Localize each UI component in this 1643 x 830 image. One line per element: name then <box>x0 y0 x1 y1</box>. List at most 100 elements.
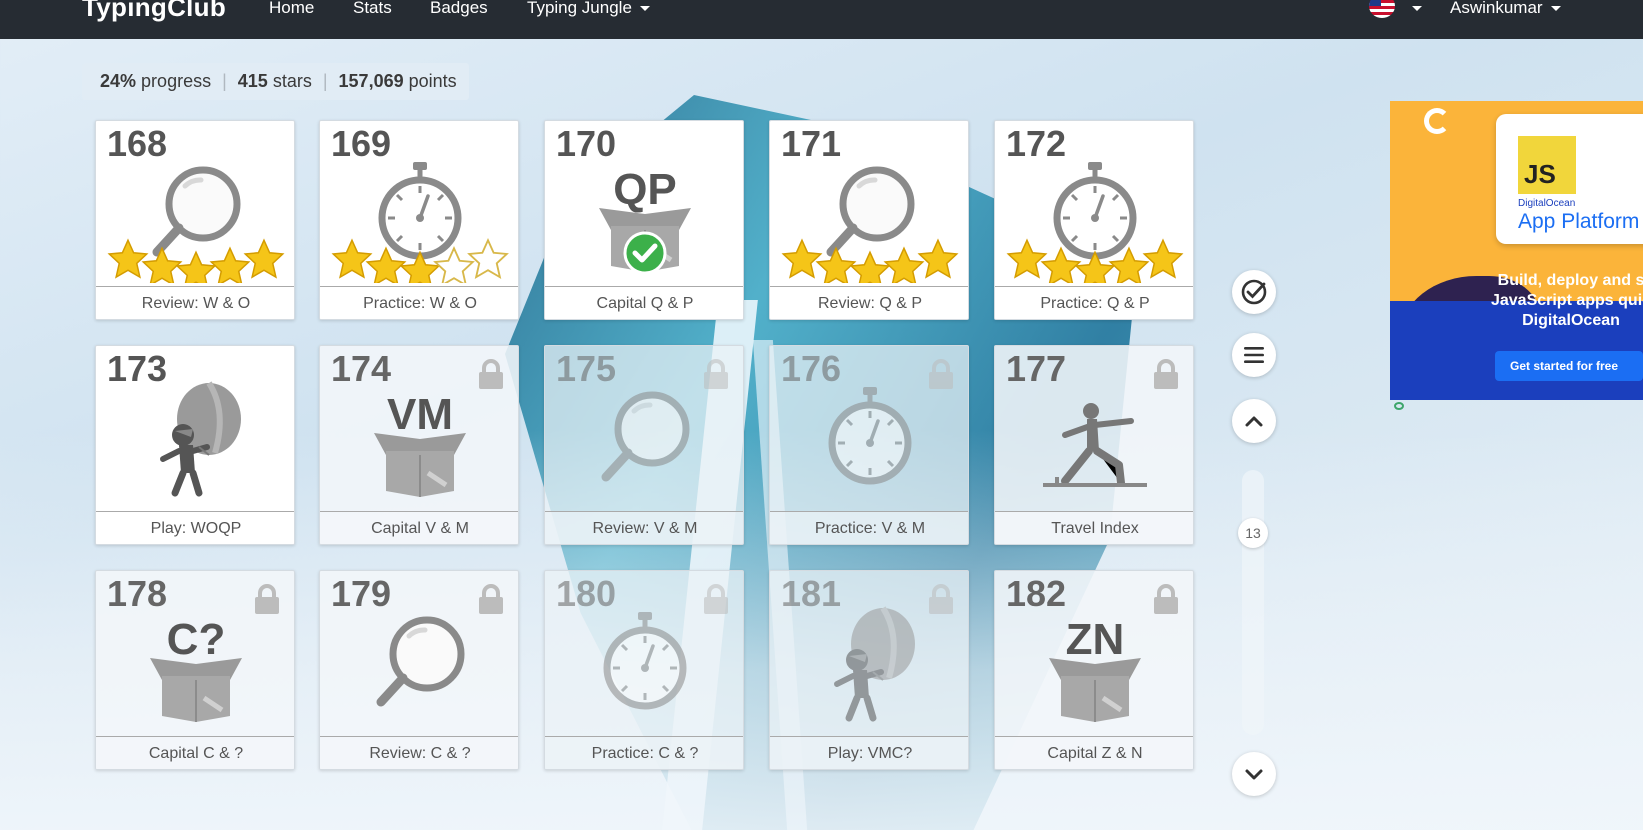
lesson-card-179[interactable]: 179 Review: C & ? <box>319 570 519 770</box>
star-icon <box>399 250 441 291</box>
points-value: 157,069 <box>338 71 404 91</box>
star-icon <box>365 246 407 287</box>
lesson-card-180[interactable]: 180 Practice: C & ? <box>544 570 744 770</box>
lesson-label: Practice: Q & P <box>995 286 1193 319</box>
ad-js-badge: JS <box>1518 136 1576 194</box>
lesson-label: Review: C & ? <box>320 736 518 769</box>
scroll-track[interactable] <box>1242 470 1264 735</box>
lesson-label: Travel Index <box>995 511 1193 544</box>
star-icon <box>331 238 373 279</box>
lock-icon <box>701 358 731 395</box>
lock-icon <box>476 358 506 395</box>
star-icon <box>849 250 891 291</box>
us-flag-icon[interactable] <box>1369 0 1395 18</box>
balloon-icon <box>96 376 294 506</box>
lesson-card-177[interactable]: 177 Travel Index <box>994 345 1194 545</box>
menu-button[interactable] <box>1232 333 1276 377</box>
magnifier-icon <box>545 376 743 506</box>
star-icon <box>1074 250 1116 291</box>
lesson-card-170[interactable]: 170 QP Capital Q & P <box>544 120 744 320</box>
lesson-card-172[interactable]: 172 Practice: Q & P <box>994 120 1194 320</box>
star-icon <box>175 250 217 291</box>
star-icon <box>209 246 251 287</box>
star-rating <box>106 221 286 291</box>
ad-copy-line: DigitalOcean <box>1522 312 1620 329</box>
lesson-label: Capital C & ? <box>96 736 294 769</box>
nav-stats[interactable]: Stats <box>353 0 392 18</box>
user-menu[interactable]: Aswinkumar <box>1450 0 1561 18</box>
star-icon <box>433 245 475 288</box>
scroll-down-button[interactable] <box>1232 752 1276 796</box>
star-rating <box>1005 221 1185 291</box>
lesson-card-182[interactable]: 182 ZN Capital Z & N <box>994 570 1194 770</box>
scroll-up-button[interactable] <box>1232 399 1276 443</box>
lesson-label: Practice: C & ? <box>545 736 743 769</box>
separator: | <box>322 71 328 91</box>
star-icon <box>1006 238 1048 279</box>
balloon-icon <box>770 601 968 731</box>
lesson-label: Capital Q & P <box>545 286 743 319</box>
lesson-label: Practice: W & O <box>320 286 518 319</box>
lunge-figure-icon <box>995 376 1193 506</box>
check-circle-icon <box>1241 279 1267 305</box>
advertisement[interactable]: JS DigitalOcean App Platform Build, depl… <box>1390 101 1643 400</box>
lesson-label: Review: W & O <box>96 286 294 319</box>
chevron-up-icon <box>1245 416 1263 427</box>
lesson-label: Review: Q & P <box>770 286 968 319</box>
ad-choices-icon[interactable] <box>1394 402 1404 410</box>
lesson-label: Play: WOQP <box>96 511 294 544</box>
star-icon <box>107 238 149 279</box>
star-icon <box>781 238 823 279</box>
ad-copy: Build, deploy and s JavaScript apps quic… <box>1486 271 1643 331</box>
lock-icon <box>1151 583 1181 620</box>
chevron-down-icon[interactable] <box>1412 6 1422 11</box>
star-icon <box>141 246 183 287</box>
lesson-card-171[interactable]: 171 Review: Q & P <box>769 120 969 320</box>
star-rating <box>330 221 510 291</box>
lesson-card-176[interactable]: 176 Practice: V & M <box>769 345 969 545</box>
lesson-label: Play: VMC? <box>770 736 968 769</box>
stopwatch-icon <box>545 601 743 731</box>
separator: | <box>222 71 227 91</box>
lesson-label: Review: V & M <box>545 511 743 544</box>
user-name: Aswinkumar <box>1450 0 1543 17</box>
lock-icon <box>1151 358 1181 395</box>
star-rating <box>780 221 960 291</box>
star-icon <box>243 238 285 279</box>
star-icon <box>1040 246 1082 287</box>
lesson-card-181[interactable]: 181 Play: VMC? <box>769 570 969 770</box>
brand-logo[interactable]: TypingClub <box>82 0 226 23</box>
svg-text:QP: QP <box>613 165 677 214</box>
chevron-down-icon <box>1550 6 1561 12</box>
lesson-card-175[interactable]: 175 Review: V & M <box>544 345 744 545</box>
lock-icon <box>252 583 282 620</box>
top-navbar: TypingClub Home Stats Badges Typing Jung… <box>0 0 1643 39</box>
magnifier-icon <box>320 601 518 731</box>
lesson-card-173[interactable]: 173 Play: WOQP <box>95 345 295 545</box>
lesson-card-174[interactable]: 174 VM Capital V & M <box>319 345 519 545</box>
lesson-label: Capital Z & N <box>995 736 1193 769</box>
completed-filter-button[interactable] <box>1232 270 1276 314</box>
digitalocean-logo-icon <box>1424 108 1450 134</box>
lesson-card-178[interactable]: 178 C? Capital C & ? <box>95 570 295 770</box>
points-label: points <box>408 71 457 91</box>
svg-text:ZN: ZN <box>1066 615 1125 664</box>
scroll-thumb[interactable]: 13 <box>1238 518 1268 548</box>
completed-check-icon <box>623 231 667 275</box>
lesson-card-169[interactable]: 169 Practice: W & O <box>319 120 519 320</box>
box-icon: ZN <box>995 601 1193 731</box>
nav-badges[interactable]: Badges <box>430 0 488 18</box>
nav-typing-jungle[interactable]: Typing Jungle <box>527 0 650 18</box>
lesson-label: Capital V & M <box>320 511 518 544</box>
progress-summary: 24% progress | 415 stars | 157,069 point… <box>82 63 469 100</box>
nav-home[interactable]: Home <box>269 0 314 18</box>
ad-cta-button[interactable]: Get started for free <box>1495 351 1643 381</box>
lesson-card-168[interactable]: 168 Review: W & O <box>95 120 295 320</box>
stars-value: 415 <box>237 71 268 91</box>
ad-copy-line: Build, deploy and s <box>1497 272 1643 289</box>
progress-value: 24% <box>100 71 137 91</box>
lock-icon <box>926 583 956 620</box>
ad-product: App Platform <box>1518 210 1640 233</box>
lock-icon <box>926 358 956 395</box>
lesson-label: Practice: V & M <box>770 511 968 544</box>
